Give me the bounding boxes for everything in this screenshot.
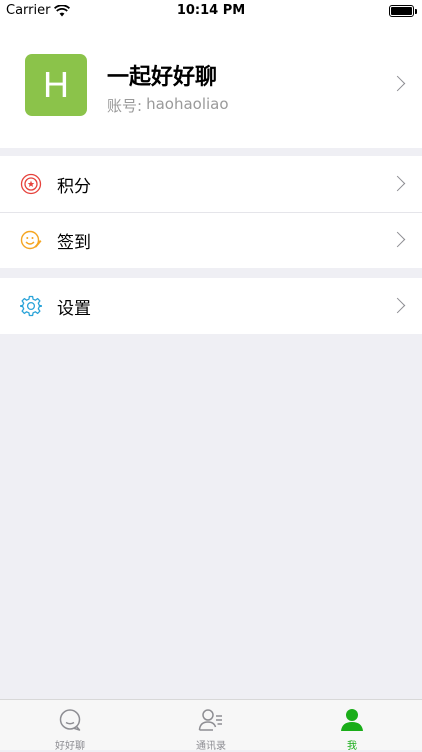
profile-name: 一起好好聊 <box>107 65 218 90</box>
contacts-icon <box>198 709 222 731</box>
account-label: 账号: <box>107 97 143 115</box>
tab-contacts[interactable]: 通讯录 <box>141 700 281 752</box>
menu-group-settings: 设置 <box>0 278 422 334</box>
menu-item-label: 积分 <box>57 177 91 197</box>
chevron-right-icon <box>389 297 406 314</box>
battery-icon <box>389 5 417 17</box>
chevron-right-icon <box>389 75 406 92</box>
account-id-line: 账号: haohaoliao <box>107 95 229 116</box>
me-person-icon <box>341 709 363 731</box>
account-id: haohaoliao <box>146 95 229 113</box>
menu-item-label: 签到 <box>57 233 91 253</box>
avatar: H <box>25 54 87 116</box>
status-bar: Carrier 10:14 PM <box>0 0 422 22</box>
clock: 10:14 PM <box>176 3 246 18</box>
settings-gear-icon <box>20 295 42 317</box>
menu-item-settings[interactable]: 设置 <box>0 278 422 334</box>
menu-item-checkin[interactable]: 签到 <box>0 212 422 268</box>
tab-bar: 好好聊 通讯录 我 <box>0 699 422 752</box>
chat-bubble-icon <box>59 709 81 731</box>
chevron-right-icon <box>389 175 406 192</box>
checkin-icon <box>20 230 42 250</box>
tab-me[interactable]: 我 <box>282 700 422 752</box>
menu-item-points[interactable]: 积分 <box>0 156 422 212</box>
menu-item-label: 设置 <box>57 299 91 319</box>
points-icon <box>20 173 42 195</box>
profile-card[interactable]: H 一起好好聊 账号: haohaoliao <box>0 22 422 148</box>
menu-group-points-checkin: 积分 签到 <box>0 156 422 268</box>
tab-chats[interactable]: 好好聊 <box>0 700 140 752</box>
chevron-right-icon <box>389 231 406 248</box>
